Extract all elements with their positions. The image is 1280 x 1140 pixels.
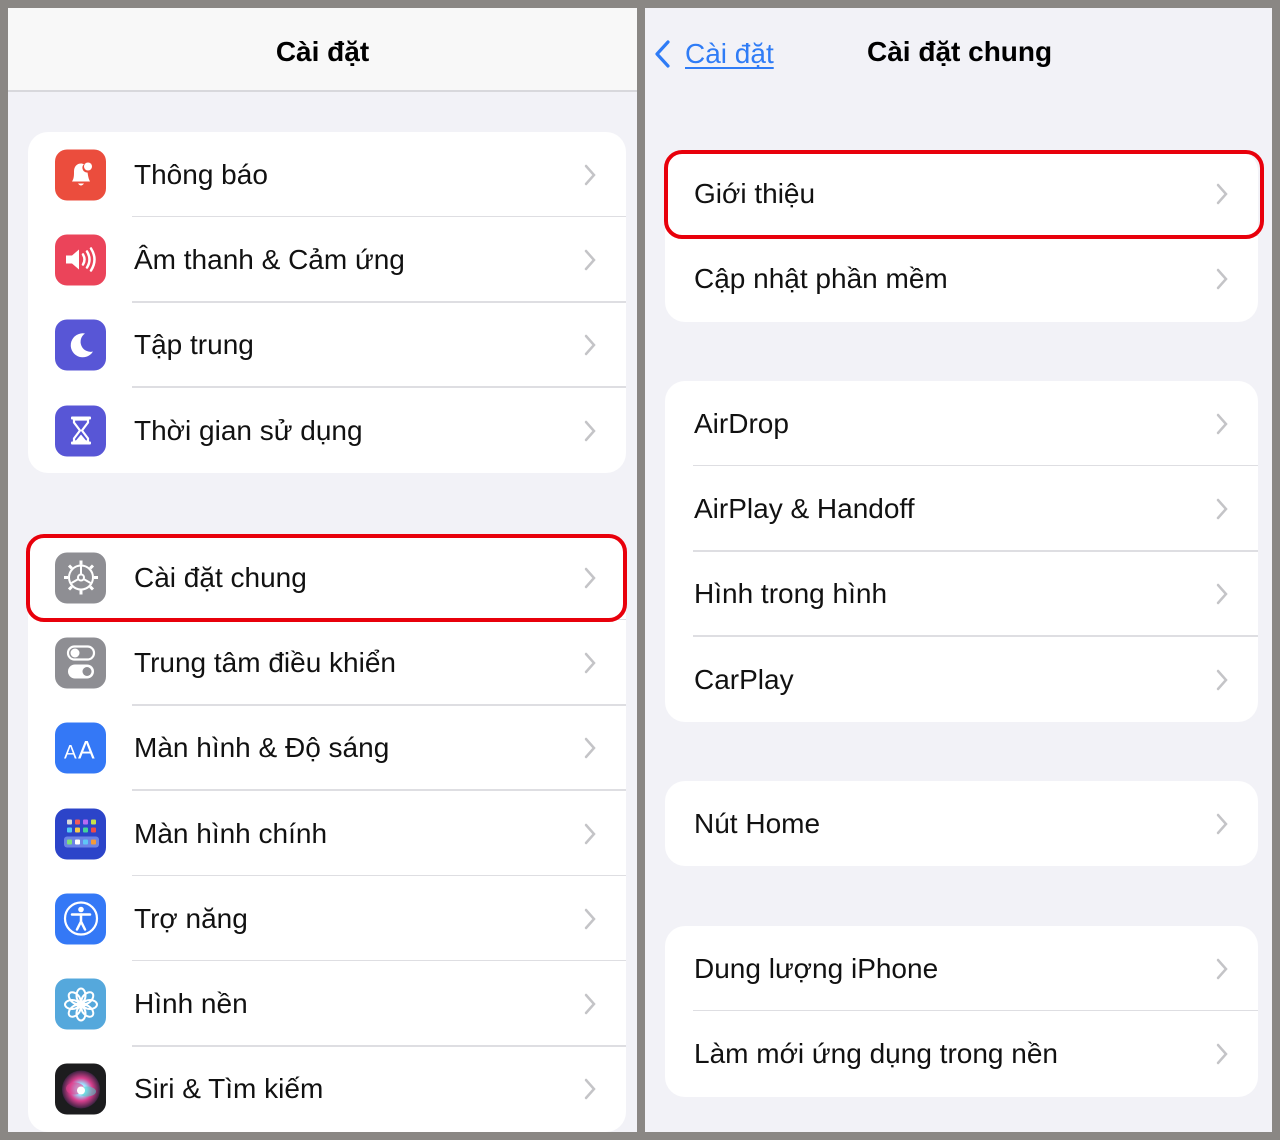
chevron-right-icon	[584, 334, 596, 356]
toggle-switches-icon	[55, 637, 106, 689]
back-button-label: Cài đặt	[685, 38, 774, 69]
settings-item-label: Hình nền	[134, 988, 248, 1020]
general-item-label: Hình trong hình	[694, 578, 888, 610]
general-item-label: Dung lượng iPhone	[694, 952, 939, 984]
chevron-right-icon	[584, 737, 596, 759]
home-screen-grid-icon	[55, 808, 106, 860]
nav-bar: Cài đặt	[8, 8, 637, 92]
general-item-software-update[interactable]: Cập nhật phần mềm	[665, 236, 1258, 321]
settings-item-focus[interactable]: Tập trung	[28, 303, 626, 388]
svg-text:A: A	[64, 742, 77, 763]
general-group-2: AirDrop AirPlay & Handoff Hình trong hìn…	[665, 381, 1258, 723]
settings-item-accessibility[interactable]: Trợ năng	[28, 876, 626, 962]
settings-item-label: Thời gian sử dụng	[134, 414, 363, 446]
chevron-right-icon	[584, 652, 596, 674]
chevron-right-icon	[1216, 813, 1228, 834]
general-item-picture-in-picture[interactable]: Hình trong hình	[665, 552, 1258, 637]
settings-item-label: Âm thanh & Cảm ứng	[134, 243, 405, 275]
chevron-right-icon	[584, 567, 596, 588]
chevron-right-icon	[1216, 583, 1228, 605]
chevron-right-icon	[1216, 413, 1228, 434]
page-title: Cài đặt chung	[867, 36, 1053, 67]
general-group-4: Dung lượng iPhone Làm mới ứng dụng trong…	[665, 926, 1258, 1097]
page-title: Cài đặt	[275, 36, 370, 67]
chevron-left-icon	[655, 40, 670, 68]
settings-item-control-center[interactable]: Trung tâm điều khiển	[28, 620, 626, 706]
general-item-label: Nút Home	[694, 807, 821, 839]
moon-icon	[55, 319, 106, 371]
settings-item-label: Siri & Tìm kiếm	[134, 1073, 324, 1105]
chevron-right-icon	[1216, 958, 1228, 979]
settings-item-screen-time[interactable]: Thời gian sử dụng	[28, 388, 626, 473]
chevron-right-icon	[1216, 498, 1228, 520]
general-settings-screen: Cài đặt Cài đặt chung Giới thiệu Cập nhậ…	[645, 8, 1272, 1132]
chevron-right-icon	[584, 1079, 596, 1100]
chevron-right-icon	[1216, 1043, 1228, 1065]
settings-item-label: Màn hình & Độ sáng	[134, 732, 390, 764]
hourglass-icon	[55, 405, 106, 457]
nav-bar: Cài đặt Cài đặt chung	[645, 8, 1272, 98]
settings-group-1: Thông báo Âm thanh & Cảm ứng Tập trung T…	[28, 132, 626, 474]
general-item-label: CarPlay	[694, 663, 794, 695]
settings-item-label: Tập trung	[134, 329, 254, 361]
text-size-icon: AA	[55, 722, 106, 774]
wallpaper-flower-icon	[55, 978, 106, 1030]
general-item-label: Giới thiệu	[694, 177, 816, 209]
settings-item-label: Trung tâm điều khiển	[134, 646, 396, 678]
settings-item-general[interactable]: Cài đặt chung	[28, 535, 626, 621]
gear-icon	[55, 552, 106, 604]
svg-text:A: A	[78, 736, 95, 763]
speaker-icon	[55, 234, 106, 286]
general-item-home-button[interactable]: Nút Home	[665, 781, 1258, 866]
chevron-right-icon	[584, 420, 596, 441]
settings-item-sounds-haptics[interactable]: Âm thanh & Cảm ứng	[28, 217, 626, 303]
chevron-right-icon	[1216, 669, 1228, 690]
chevron-right-icon	[1216, 268, 1228, 290]
general-item-airdrop[interactable]: AirDrop	[665, 381, 1258, 467]
general-item-about[interactable]: Giới thiệu	[665, 151, 1258, 237]
accessibility-icon	[55, 893, 106, 945]
general-item-iphone-storage[interactable]: Dung lượng iPhone	[665, 926, 1258, 1012]
general-item-label: Cập nhật phần mềm	[694, 262, 948, 294]
settings-item-label: Thông báo	[134, 158, 268, 190]
siri-icon	[55, 1063, 106, 1115]
settings-screen: Cài đặt Thông báo Âm thanh & Cảm ứng Tập…	[8, 8, 637, 1132]
settings-item-siri-search[interactable]: Siri & Tìm kiếm	[28, 1047, 626, 1132]
general-item-label: AirDrop	[694, 407, 789, 439]
settings-item-notifications[interactable]: Thông báo	[28, 132, 626, 218]
settings-item-home-screen[interactable]: Màn hình chính	[28, 791, 626, 877]
chevron-right-icon	[584, 823, 596, 844]
general-item-label: Làm mới ứng dụng trong nền	[694, 1037, 1058, 1069]
general-item-carplay[interactable]: CarPlay	[665, 637, 1258, 722]
chevron-right-icon	[584, 249, 596, 271]
notification-bell-icon	[55, 149, 106, 201]
back-button[interactable]: Cài đặt	[653, 34, 774, 74]
general-group-1: Giới thiệu Cập nhật phần mềm	[665, 151, 1258, 322]
general-item-airplay-handoff[interactable]: AirPlay & Handoff	[665, 466, 1258, 552]
settings-item-label: Cài đặt chung	[134, 561, 307, 593]
chevron-right-icon	[1216, 183, 1228, 204]
settings-group-2: Cài đặt chung Trung tâm điều khiển AA Mà…	[28, 535, 626, 1132]
general-item-label: AirPlay & Handoff	[694, 492, 915, 524]
settings-item-wallpaper[interactable]: Hình nền	[28, 961, 626, 1047]
general-item-background-app-refresh[interactable]: Làm mới ứng dụng trong nền	[665, 1011, 1258, 1096]
chevron-right-icon	[584, 993, 596, 1015]
settings-item-display-brightness[interactable]: AA Màn hình & Độ sáng	[28, 706, 626, 791]
chevron-right-icon	[584, 908, 596, 930]
settings-item-label: Màn hình chính	[134, 817, 328, 849]
chevron-right-icon	[584, 164, 596, 185]
general-group-3: Nút Home	[665, 781, 1258, 867]
settings-item-label: Trợ năng	[134, 902, 248, 934]
